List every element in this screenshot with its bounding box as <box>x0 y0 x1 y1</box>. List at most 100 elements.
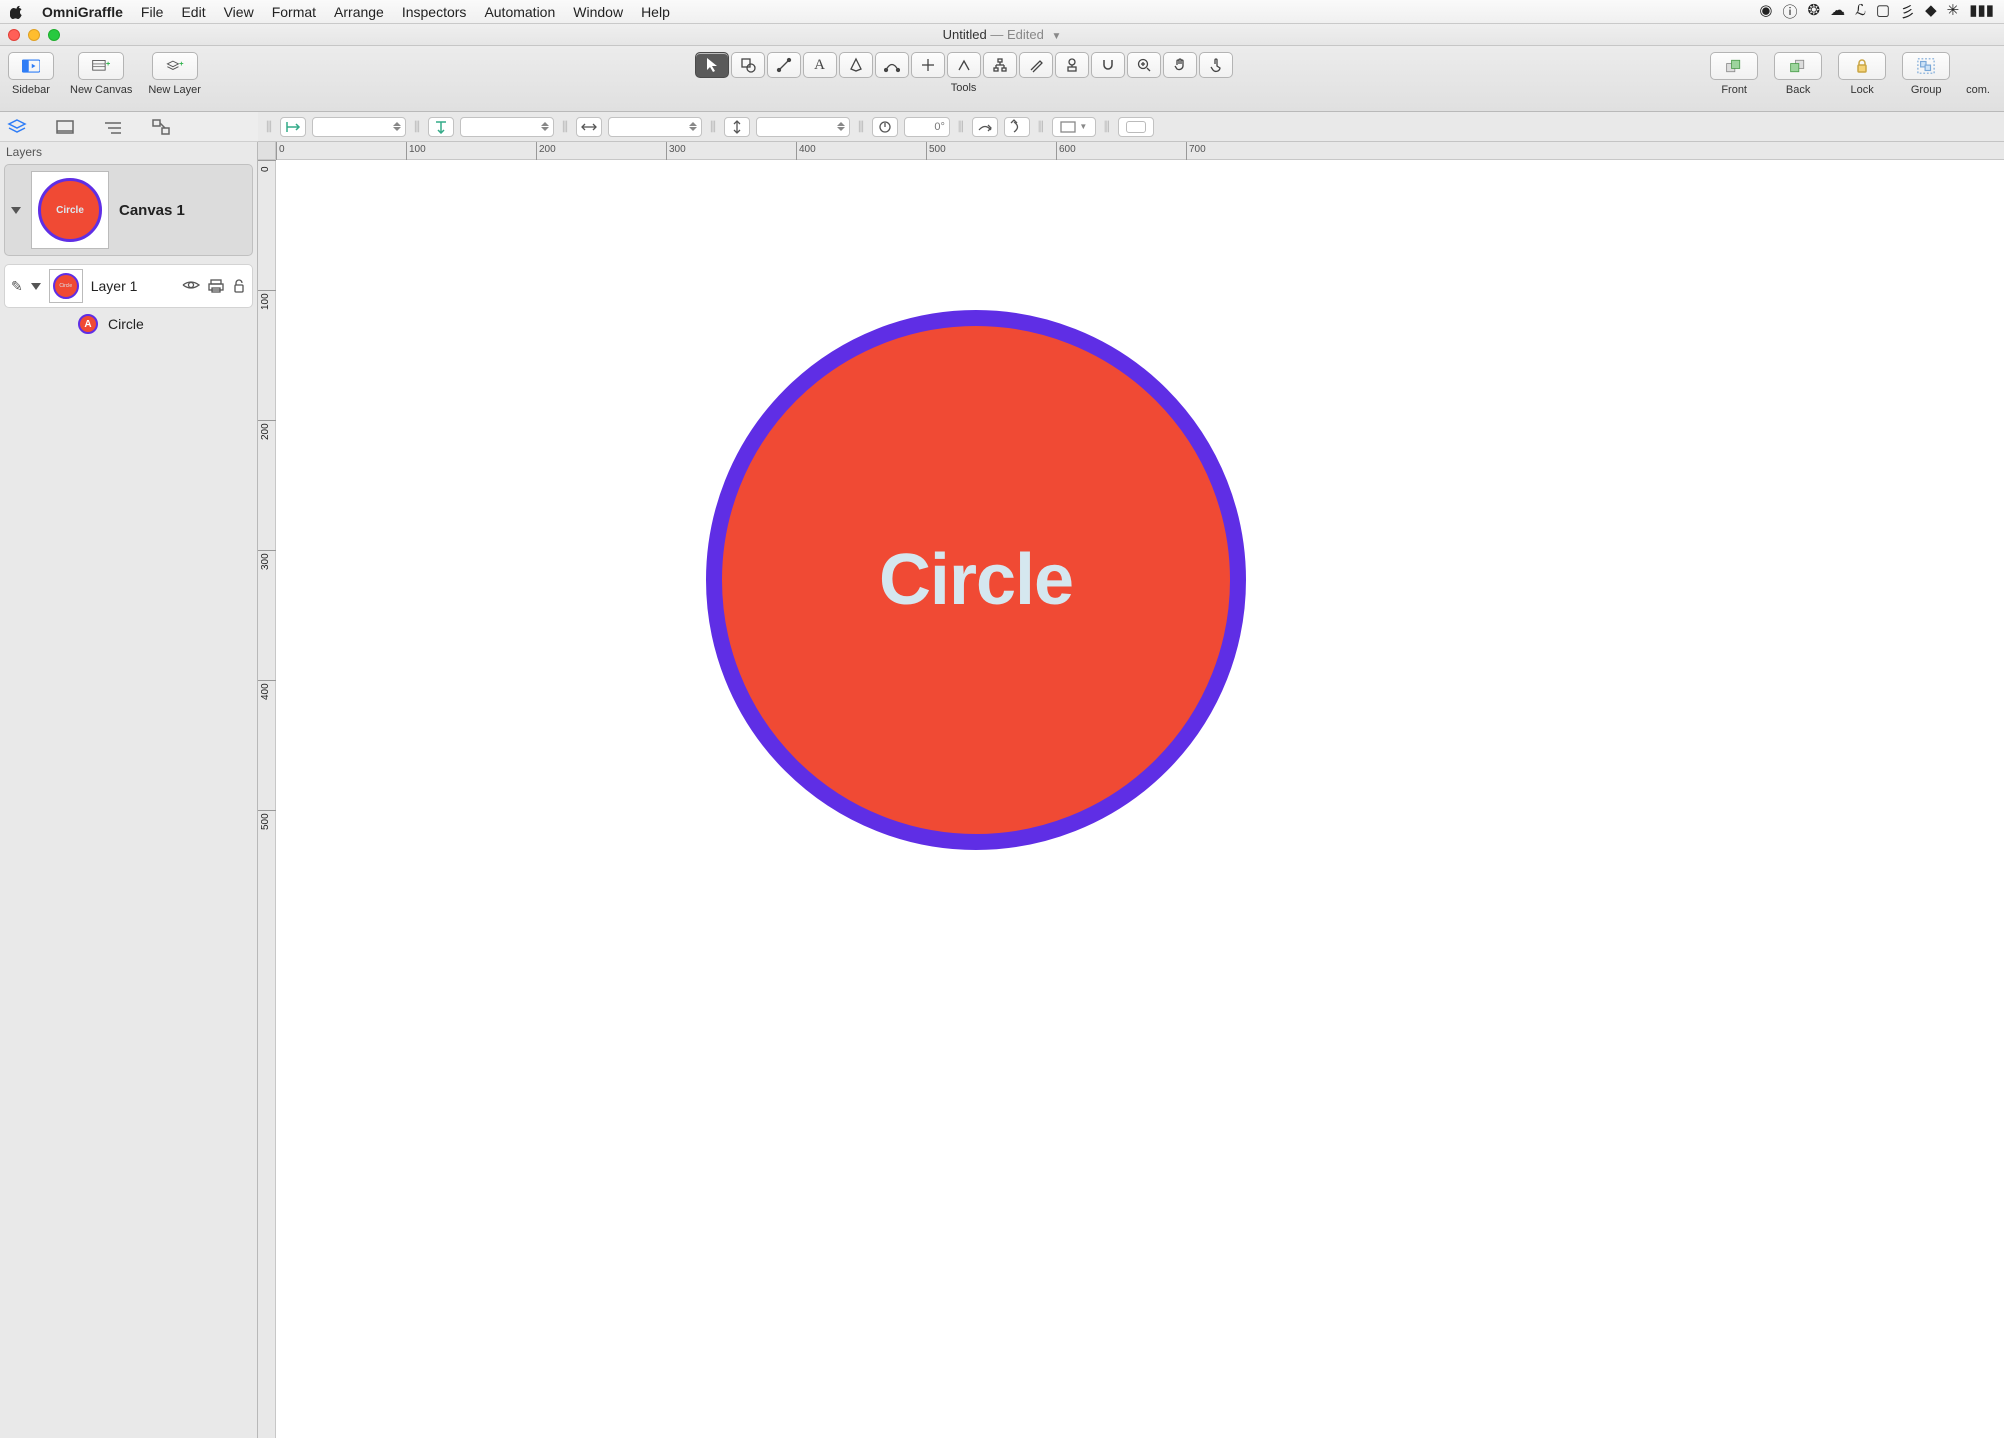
menu-inspectors[interactable]: Inspectors <box>402 4 467 20</box>
outline-tab[interactable] <box>52 116 78 138</box>
rotation-button[interactable] <box>872 117 898 137</box>
status-icon[interactable]: ◆ <box>1925 1 1937 22</box>
sidebar-toggle-group: Sidebar <box>8 52 54 96</box>
status-icon[interactable]: ✳ <box>1947 1 1960 22</box>
line-tool[interactable] <box>767 52 801 78</box>
overflow-label: com. <box>1966 84 1990 96</box>
menu-arrange[interactable]: Arrange <box>334 4 384 20</box>
lock-button[interactable] <box>1838 52 1886 80</box>
fill-picker[interactable] <box>1118 117 1154 137</box>
menu-file[interactable]: File <box>141 4 164 20</box>
width-button[interactable] <box>576 117 602 137</box>
vertical-ruler[interactable]: 0 100 200 300 400 500 <box>258 160 276 1438</box>
status-icon[interactable]: ☁ <box>1830 1 1845 22</box>
rubber-stamp-tool[interactable] <box>1019 52 1053 78</box>
stamp-tool[interactable] <box>1055 52 1089 78</box>
format-bar: ⫼ ⫼ ⫼ ⫼ ⫼ 0° ⫼ ⫼ ▼ ⫼ <box>258 112 2004 142</box>
layer-row[interactable]: ✎ Circle Layer 1 <box>4 264 253 308</box>
width-field[interactable] <box>608 117 702 137</box>
height-field[interactable] <box>756 117 850 137</box>
shape-icon <box>739 56 757 74</box>
document-title[interactable]: Untitled — Edited ▼ <box>0 27 2004 42</box>
height-button[interactable] <box>724 117 750 137</box>
selection-tool[interactable] <box>695 52 729 78</box>
tap-icon <box>1207 56 1225 74</box>
menu-window[interactable]: Window <box>573 4 623 20</box>
rotation-value: 0° <box>934 121 945 133</box>
canvas-area: 0 100 200 300 400 500 600 700 0 100 200 … <box>258 142 2004 1438</box>
style-brush-tool[interactable] <box>983 52 1017 78</box>
x-origin-button[interactable] <box>280 117 306 137</box>
menu-help[interactable]: Help <box>641 4 670 20</box>
line-icon <box>775 56 793 74</box>
print-icon[interactable] <box>208 279 224 293</box>
status-icon[interactable]: 彡 <box>1900 1 1915 22</box>
status-icon[interactable]: ⓘ <box>1783 1 1798 22</box>
group-button[interactable] <box>1902 52 1950 80</box>
x-field[interactable] <box>312 117 406 137</box>
canvas-name[interactable]: Canvas 1 <box>119 202 185 219</box>
app-name[interactable]: OmniGraffle <box>42 4 123 20</box>
canvas[interactable]: Circle <box>276 160 2004 1438</box>
selection-tab[interactable] <box>148 116 174 138</box>
guides-tab[interactable] <box>100 116 126 138</box>
sidebar-toggle-button[interactable] <box>8 52 54 80</box>
hand-tool[interactable] <box>1163 52 1197 78</box>
sidebar-panel: Layers Circle Canvas 1 ✎ Circle Layer 1 … <box>0 142 258 1438</box>
menu-format[interactable]: Format <box>272 4 316 20</box>
flip-v-button[interactable] <box>1004 117 1030 137</box>
bezier-tool[interactable] <box>875 52 909 78</box>
new-canvas-button[interactable]: + <box>78 52 124 80</box>
object-badge-icon: A <box>78 314 98 334</box>
text-tool[interactable]: A <box>803 52 837 78</box>
circle-shape[interactable]: Circle <box>706 310 1246 850</box>
bring-front-button[interactable] <box>1710 52 1758 80</box>
shape-picker[interactable]: ▼ <box>1052 117 1096 137</box>
flip-h-button[interactable] <box>972 117 998 137</box>
layers-tab[interactable] <box>4 116 30 138</box>
magnet-icon <box>1099 56 1117 74</box>
new-layer-button[interactable]: + <box>152 52 198 80</box>
status-icon[interactable]: ▢ <box>1876 1 1890 22</box>
y-origin-button[interactable] <box>428 117 454 137</box>
zoom-tool[interactable] <box>1127 52 1161 78</box>
unlock-icon[interactable] <box>232 279 246 293</box>
pen-tool[interactable] <box>839 52 873 78</box>
chevron-down-icon: ▼ <box>1051 31 1061 42</box>
disclosure-triangle-icon[interactable] <box>11 207 21 214</box>
send-back-button[interactable] <box>1774 52 1822 80</box>
shape-text[interactable]: Circle <box>879 539 1073 621</box>
separator-icon: ⫼ <box>708 119 718 135</box>
object-name[interactable]: Circle <box>108 316 144 332</box>
separator-icon: ⫼ <box>956 119 966 135</box>
apple-icon[interactable] <box>10 5 24 19</box>
menu-view[interactable]: View <box>224 4 254 20</box>
thumb-circle-icon: Circle <box>38 178 102 242</box>
pen-icon <box>847 56 865 74</box>
status-icon[interactable]: ◉ <box>1759 1 1772 22</box>
disclosure-triangle-icon[interactable] <box>31 283 41 290</box>
hierarchy-icon <box>991 56 1009 74</box>
point-tool[interactable] <box>911 52 945 78</box>
canvas-row[interactable]: Circle Canvas 1 <box>4 164 253 256</box>
y-field[interactable] <box>460 117 554 137</box>
pencil-icon[interactable]: ✎ <box>11 278 23 295</box>
menu-edit[interactable]: Edit <box>181 4 205 20</box>
layer-name[interactable]: Layer 1 <box>91 278 138 294</box>
shape-tool[interactable] <box>731 52 765 78</box>
edited-indicator: — Edited <box>990 27 1043 42</box>
ruler-corner[interactable] <box>258 142 276 160</box>
battery-icon[interactable]: ▮▮▮ <box>1969 1 1994 22</box>
action-tool[interactable] <box>1199 52 1233 78</box>
rotation-field[interactable]: 0° <box>904 117 950 137</box>
diagram-tool[interactable] <box>947 52 981 78</box>
status-icon[interactable]: ℒ <box>1855 1 1866 22</box>
object-row[interactable]: A Circle <box>0 308 257 340</box>
status-icon[interactable]: ❂ <box>1808 1 1821 22</box>
lock-icon <box>1853 57 1871 75</box>
visibility-icon[interactable] <box>182 279 200 293</box>
magnet-tool[interactable] <box>1091 52 1125 78</box>
menu-automation[interactable]: Automation <box>484 4 555 20</box>
horizontal-ruler[interactable]: 0 100 200 300 400 500 600 700 <box>276 142 2004 160</box>
svg-text:+: + <box>106 59 110 68</box>
